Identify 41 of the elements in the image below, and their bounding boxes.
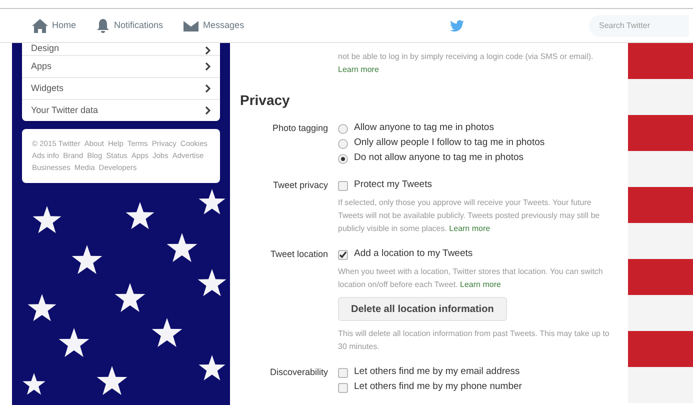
learn-more-link[interactable]: Learn more	[449, 224, 490, 233]
bird-logo-icon	[450, 20, 464, 32]
sidebar-item[interactable]: Apps	[22, 55, 220, 77]
bell-icon	[96, 18, 110, 32]
home-icon	[32, 18, 48, 32]
intro-text: not be able to log in by simply receiving a login code (via SMS or email). Learn more	[338, 51, 594, 76]
search-field[interactable]: Search Twitter	[589, 14, 689, 36]
learn-more-link[interactable]: Learn more	[460, 280, 501, 289]
setting-label: Tweet location	[269, 248, 329, 261]
checkbox[interactable]	[338, 250, 348, 260]
setting-label: Photo tagging	[271, 122, 329, 135]
delete-location-button[interactable]: Delete all location information	[338, 297, 507, 321]
chevron-right-icon	[205, 84, 211, 93]
sidebar-item[interactable]: Widgets	[22, 77, 220, 99]
radio-button[interactable]	[338, 138, 348, 148]
option-label: Do not allow anyone to tag me in photos	[354, 151, 524, 166]
radio-button[interactable]	[338, 154, 348, 164]
help-text: When you tweet with a location, Twitter stores that location. You can switch location on/off before each Tweet. Learn more	[338, 266, 604, 291]
radio-button[interactable]	[338, 124, 348, 134]
option-label: Let others find me by my phone number	[354, 380, 522, 394]
checkbox[interactable]	[338, 368, 348, 378]
sidebar-item[interactable]: Your Twitter data	[22, 99, 220, 121]
chevron-right-icon	[205, 106, 211, 115]
section-title: Privacy	[240, 91, 291, 110]
nav-link[interactable]: Messages	[183, 18, 244, 32]
setting-label: Discoverability	[268, 366, 329, 379]
option-label: Allow anyone to tag me in photos	[354, 121, 494, 136]
option-label: Add a location to my Tweets	[354, 247, 473, 262]
option-label: Let others find me by my email address	[354, 365, 520, 380]
sidebar-item[interactable]: Design	[22, 43, 220, 55]
mail-icon	[183, 20, 200, 32]
checkbox[interactable]	[338, 382, 348, 392]
checkbox[interactable]	[338, 180, 348, 190]
setting-label: Tweet privacy	[272, 179, 329, 192]
option-label: Protect my Tweets	[354, 178, 432, 192]
help-text: If selected, only those you approve will receive your Tweets. Your future Tweets will not be available publicly. Tweets posted previously may still be publicly visible in some places. Learn more	[338, 197, 601, 235]
nav-link[interactable]: Notifications	[96, 18, 164, 32]
nav-link[interactable]: Home	[32, 18, 76, 32]
option-label: Only allow people I follow to tag me in photos	[354, 136, 545, 150]
learn-more-link[interactable]: Learn more	[338, 65, 379, 74]
note-text: This will delete all location information from past Tweets. This may take up to 30 minutes.	[338, 328, 610, 353]
